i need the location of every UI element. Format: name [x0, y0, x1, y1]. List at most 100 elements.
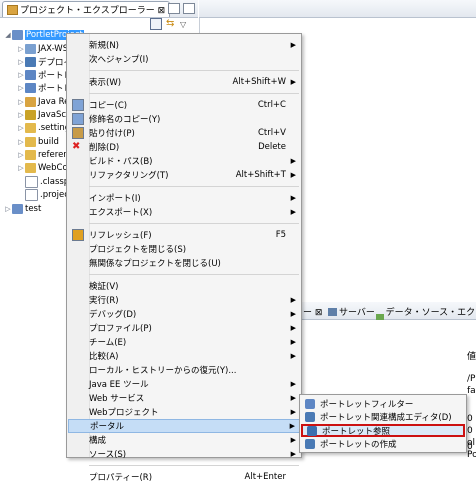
tree-item[interactable]: .project — [17, 189, 72, 201]
chevron-right-icon: ▶ — [290, 78, 296, 86]
menu-item-22[interactable]: プロファイル(P) ▶ — [68, 321, 300, 335]
chevron-right-icon[interactable]: ▷ — [4, 205, 12, 213]
chevron-right-icon: ▶ — [290, 41, 296, 49]
menu-item-9[interactable]: ビルド・パス(B) ▶ — [68, 154, 300, 168]
submenu-item-label: ポートレット参照 — [322, 426, 391, 437]
explorer-tab-title: プロジェクト・エクスプローラー ⊠ — [20, 6, 166, 16]
menu-item-label: プロジェクトを閉じる(S) — [89, 245, 187, 255]
menu-item-label: 構成 — [89, 436, 107, 446]
chevron-right-icon[interactable]: ▷ — [17, 164, 25, 172]
tree-item[interactable]: ▷ ポートレ — [17, 82, 72, 94]
context-menu: 新規(N) ▶ 次へジャンプ(I) 表示(W) Alt+Shift+W ▶ コピー(C) Ct… — [66, 33, 302, 483]
chevron-right-icon: ▶ — [290, 310, 296, 318]
menu-item-label: Java EE ツール — [89, 380, 149, 390]
menu-item-label: 次へジャンプ(I) — [89, 55, 149, 65]
menu-item-shortcut: Ctrl+V — [257, 128, 286, 138]
menu-item-label: 新規(N) — [89, 41, 119, 51]
explorer-tab[interactable]: プロジェクト・エクスプローラー ⊠ — [2, 1, 171, 17]
chevron-right-icon[interactable]: ▷ — [17, 71, 25, 79]
portal-submenu-item-3[interactable]: ポートレットの作成 — [301, 438, 465, 451]
menu-item-7[interactable]: 貼り付け(P) Ctrl+V — [68, 126, 300, 140]
value-cell: 値 — [467, 352, 476, 362]
menu-item-6[interactable]: 修飾名のコピー(Y) — [68, 112, 300, 126]
link-with-editor-icon[interactable]: ⇆ — [166, 19, 176, 29]
menu-item-label: プロファイル(P) — [89, 324, 152, 334]
menu-item-25[interactable]: ローカル・ヒストリーからの復元(Y)... — [68, 363, 300, 377]
file-icon — [25, 176, 38, 188]
paste-icon — [72, 127, 84, 139]
copy-icon — [72, 99, 84, 111]
project-icon — [12, 30, 23, 40]
menu-item-17[interactable]: 無関係なプロジェクトを閉じる(U) — [68, 256, 300, 270]
chevron-right-icon[interactable]: ▷ — [17, 98, 25, 106]
menu-item-28[interactable]: Webプロジェクト ▶ — [68, 405, 300, 419]
menu-item-label: ポータル — [90, 422, 125, 432]
chevron-right-icon[interactable]: ▷ — [17, 45, 25, 53]
tree-item[interactable]: ▷ ポートレ — [17, 69, 72, 81]
portal-submenu-item-1[interactable]: ポートレット関連構成エディタ(D) — [301, 411, 465, 424]
deploy-icon — [25, 57, 36, 67]
menu-item-1[interactable]: 次へジャンプ(I) — [68, 52, 300, 66]
menu-item-27[interactable]: Web サービス ▶ — [68, 391, 300, 405]
menu-item-5[interactable]: コピー(C) Ctrl+C — [68, 98, 300, 112]
tree-item[interactable]: ▷ Java Re — [17, 96, 69, 108]
view-menu-icon[interactable]: ▽ — [180, 20, 186, 29]
server-icon — [328, 307, 337, 316]
chevron-right-icon[interactable]: ▷ — [17, 84, 25, 92]
collapse-all-icon[interactable] — [150, 18, 162, 30]
value-cell: 0 — [467, 414, 473, 424]
menu-item-16[interactable]: プロジェクトを閉じる(S) — [68, 242, 300, 256]
menu-item-26[interactable]: Java EE ツール ▶ — [68, 377, 300, 391]
tree-item-label: Java Re — [38, 97, 70, 107]
chevron-right-icon[interactable]: ▷ — [17, 124, 25, 132]
tree-item[interactable]: ▷ JavaScri — [17, 109, 72, 121]
minimize-icon[interactable] — [168, 3, 180, 14]
chevron-right-icon: ▶ — [290, 394, 296, 402]
menu-item-19[interactable]: 検証(V) — [68, 279, 300, 293]
chevron-right-icon: ▶ — [290, 380, 296, 388]
menu-item-23[interactable]: チーム(E) ▶ — [68, 335, 300, 349]
chevron-right-icon[interactable]: ▷ — [17, 111, 25, 119]
menu-item-shortcut: Alt+Enter — [244, 472, 286, 482]
chevron-right-icon[interactable]: ▷ — [17, 138, 25, 146]
javascript-icon — [25, 110, 36, 120]
menu-item-label: 貼り付け(P) — [89, 129, 135, 139]
menu-item-0[interactable]: 新規(N) ▶ — [68, 38, 300, 52]
tree-item[interactable]: ▷ WebCon — [17, 162, 73, 174]
menu-item-8[interactable]: ✖ 削除(D) Delete — [68, 140, 300, 154]
portal-submenu-item-2[interactable]: ポートレット参照 — [301, 424, 465, 437]
submenu-item-label: ポートレット関連構成エディタ(D) — [320, 413, 452, 423]
tree-item[interactable]: ▷ test — [4, 203, 41, 215]
menu-item-12[interactable]: インポート(I) ▶ — [68, 191, 300, 205]
menu-item-33[interactable]: プロパティー(R) Alt+Enter — [68, 470, 300, 484]
menu-item-10[interactable]: リファクタリング(T) Alt+Shift+T ▶ — [68, 168, 300, 182]
menu-item-13[interactable]: エクスポート(X) ▶ — [68, 205, 300, 219]
tree-item[interactable]: ▷ .setting — [17, 122, 70, 134]
editor-tab-bar — [199, 0, 476, 18]
menu-item-20[interactable]: 実行(R) ▶ — [68, 293, 300, 307]
tree-item[interactable]: ▷ referenc — [17, 149, 73, 161]
menu-item-3[interactable]: 表示(W) Alt+Shift+W ▶ — [68, 75, 300, 89]
menu-item-21[interactable]: デバッグ(D) ▶ — [68, 307, 300, 321]
menu-item-29[interactable]: ポータル ▶ — [68, 419, 300, 433]
chevron-right-icon: ▶ — [290, 450, 296, 458]
menu-item-30[interactable]: 構成 ▶ — [68, 433, 300, 447]
chevron-right-icon: ▶ — [290, 324, 296, 332]
menu-item-24[interactable]: 比較(A) ▶ — [68, 349, 300, 363]
maximize-icon[interactable] — [183, 3, 195, 14]
tree-item[interactable]: ▷ build — [17, 136, 59, 148]
value-cell: /P — [467, 374, 476, 384]
menu-separator — [89, 274, 299, 275]
explorer-tab-icon — [7, 4, 18, 15]
copy-qualified-icon — [72, 113, 84, 125]
menu-item-15[interactable]: リフレッシュ(F) F5 — [68, 228, 300, 242]
bottom-tab-0[interactable]: ー ⊠ — [303, 305, 322, 318]
tree-item[interactable]: ▷ JAX-WS — [17, 43, 68, 55]
tab-servers[interactable]: サーバー — [328, 305, 375, 318]
portal-submenu-item-0[interactable]: ポートレットフィルター — [301, 397, 465, 410]
portlet-config-icon — [305, 412, 315, 422]
chevron-right-icon[interactable]: ▷ — [17, 58, 25, 66]
chevron-down-icon[interactable]: ◢ — [4, 31, 12, 39]
chevron-right-icon[interactable]: ▷ — [17, 151, 25, 159]
tree-item[interactable]: ▷ デプロイ — [17, 56, 72, 68]
